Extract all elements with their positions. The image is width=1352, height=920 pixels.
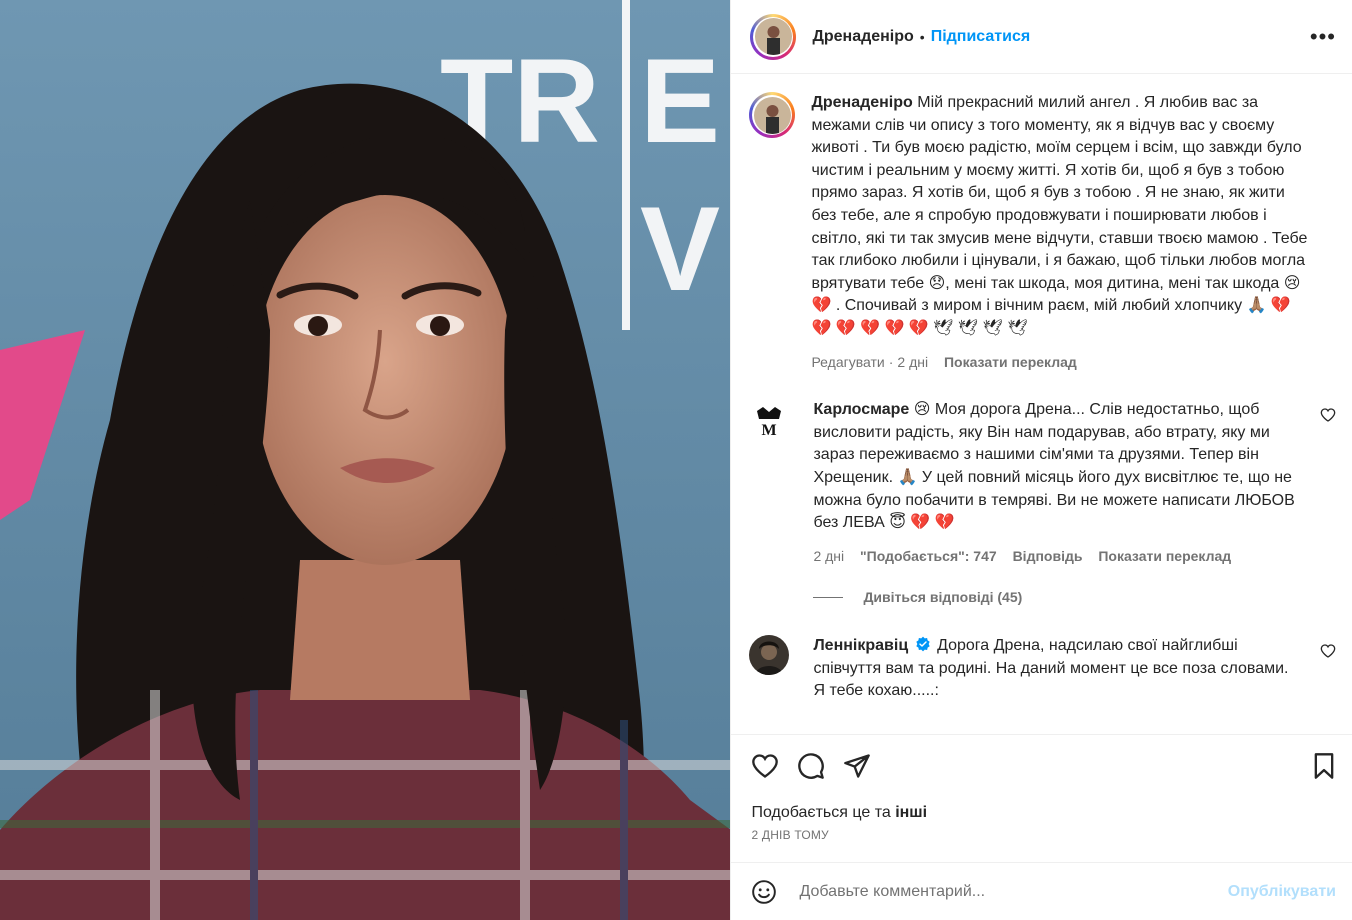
comment-like-heart-icon[interactable] (1320, 407, 1336, 423)
view-replies-label: Дивіться відповіді (45) (863, 589, 1023, 606)
comment-item: M Карлосмаре 😢 Моя дорога Дрена... Слів … (749, 399, 1336, 567)
edit-link[interactable]: Редагувати (811, 354, 884, 370)
likes-prefix: Подобається це та (751, 804, 896, 821)
like-heart-icon[interactable] (751, 752, 779, 780)
view-replies-button[interactable]: Дивіться відповіді (45) (813, 589, 1336, 605)
verified-badge-icon (915, 636, 930, 652)
comment-item: Леннікравіц Дорога Дрена, надсилаю свої … (749, 635, 1336, 703)
comment-like-heart-icon[interactable] (1320, 643, 1336, 659)
caption-translate-link[interactable]: Показати переклад (944, 354, 1077, 370)
comment-time: 2 дні (813, 547, 845, 564)
likes-summary: Подобається це та інші (731, 796, 1352, 822)
banner-letters-4: V (640, 182, 720, 316)
post-caption: Дренаденіро Мій прекрасний милий ангел .… (749, 92, 1336, 373)
caption-avatar[interactable] (749, 92, 796, 138)
share-paper-plane-icon[interactable] (843, 752, 871, 780)
comment-username[interactable]: Леннікравіц (813, 637, 908, 654)
publish-button[interactable]: Опублікувати (1228, 883, 1336, 901)
comment-bubble-icon[interactable] (797, 752, 825, 780)
comment-username[interactable]: Карлосмаре (813, 401, 909, 418)
comment-avatar[interactable]: M (749, 399, 790, 440)
save-bookmark-icon[interactable] (1310, 752, 1338, 780)
post-photo[interactable]: TR E T V (0, 0, 731, 920)
comment-input[interactable] (797, 881, 1228, 902)
banner-letters-2: E (640, 34, 720, 168)
post-side-panel: Дренаденіро • Підписатися ••• Дренаденір… (730, 0, 1352, 920)
follow-button[interactable]: Підписатися (931, 28, 1031, 46)
separator-dot: • (919, 28, 925, 45)
author-username[interactable]: Дренаденіро (812, 28, 913, 46)
post-timestamp: 2 ДНІВ ТОМУ (751, 828, 829, 842)
comment-meta: 2 дні "Подобається": 747 Відповідь Показ… (813, 545, 1295, 568)
post-header: Дренаденіро • Підписатися ••• (731, 0, 1352, 74)
comment-likes-count[interactable]: "Подобається": 747 (860, 548, 997, 564)
more-options-icon[interactable]: ••• (1310, 25, 1336, 48)
reply-button[interactable]: Відповідь (1013, 548, 1083, 564)
portrait-photo: TR E T V (0, 0, 731, 920)
replies-divider (813, 596, 844, 598)
post-action-bar (731, 734, 1352, 796)
svg-text:M: M (762, 422, 777, 439)
author-avatar[interactable] (750, 13, 797, 60)
add-comment-bar: Опублікувати (731, 862, 1352, 920)
likes-others-link[interactable]: інші (895, 804, 927, 821)
comment-translate-link[interactable]: Показати переклад (1098, 548, 1231, 564)
caption-text: Мій прекрасний милий ангел . Я любив вас… (811, 94, 1308, 337)
comment-text: 😢 Моя дорога Дрена... Слів недостатньо, … (813, 401, 1295, 532)
comments-scroll-area[interactable]: Дренаденіро Мій прекрасний милий ангел .… (731, 74, 1352, 734)
caption-meta: Редагувати · 2 дні Показати переклад (811, 353, 1077, 370)
emoji-picker-icon[interactable] (751, 879, 777, 905)
caption-username[interactable]: Дренаденіро (811, 94, 912, 111)
post-dialog: TR E T V (0, 0, 1352, 920)
comment-avatar[interactable] (749, 635, 790, 676)
caption-time: 2 дні (897, 353, 929, 370)
